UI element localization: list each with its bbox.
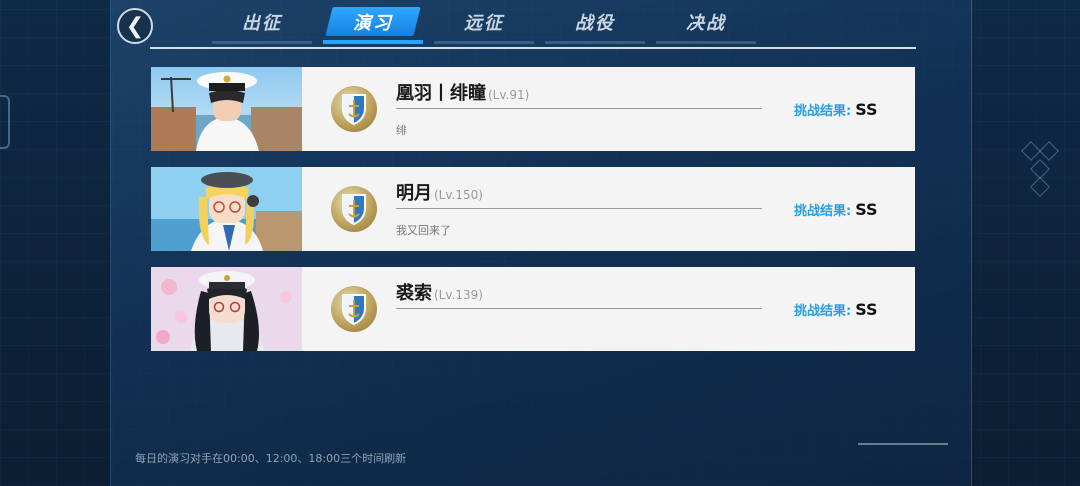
tab-expedition[interactable]: 远征 xyxy=(434,0,534,44)
result-grade: SS xyxy=(855,300,878,319)
anchor-shield-medal-icon xyxy=(331,186,377,232)
opponent-level: (Lv.139) xyxy=(434,288,483,302)
left-edge-decoration xyxy=(0,95,10,149)
opponent-row[interactable]: 裘索 (Lv.139) 挑战结果: SS xyxy=(151,267,915,351)
tab-decisive-battle[interactable]: 决战 xyxy=(656,0,756,44)
row-divider xyxy=(396,308,762,309)
anchor-shield-medal-icon xyxy=(331,86,377,132)
challenge-result: 挑战结果: SS xyxy=(794,100,878,119)
result-grade: SS xyxy=(855,200,878,219)
opponent-level: (Lv.91) xyxy=(488,88,530,102)
opponent-portrait xyxy=(151,67,302,151)
opponent-name: 明月 (Lv.150) xyxy=(396,183,483,204)
refresh-note: 每日的演习对手在00:00、12:00、18:00三个时间刷新 xyxy=(135,452,407,465)
bottom-decor-line xyxy=(858,443,948,445)
back-button[interactable]: ❮ xyxy=(117,8,153,44)
row-divider xyxy=(396,208,762,209)
chevron-left-icon: ❮ xyxy=(125,13,145,39)
opponent-row[interactable]: 凰羽丨绯瞳 (Lv.91) 绯 挑战结果: SS xyxy=(151,67,915,151)
opponent-portrait xyxy=(151,167,302,251)
tab-bar: 出征 演习 远征 战役 决战 xyxy=(212,0,767,46)
tab-campaign[interactable]: 战役 xyxy=(545,0,645,44)
opponent-signature: 我又回来了 xyxy=(396,224,451,237)
opponent-level: (Lv.150) xyxy=(434,188,483,202)
opponent-name: 凰羽丨绯瞳 (Lv.91) xyxy=(396,83,530,104)
tab-exercise[interactable]: 演习 xyxy=(323,0,423,44)
list-top-divider xyxy=(150,47,916,49)
opponent-portrait xyxy=(151,267,302,351)
row-divider xyxy=(396,108,762,109)
opponent-name: 裘索 (Lv.139) xyxy=(396,283,483,304)
challenge-result: 挑战结果: SS xyxy=(794,300,878,319)
tab-sortie[interactable]: 出征 xyxy=(212,0,312,44)
anchor-shield-medal-icon xyxy=(331,286,377,332)
right-diamond-decoration xyxy=(1020,140,1060,200)
opponent-signature: 绯 xyxy=(396,124,407,137)
opponent-row[interactable]: 明月 (Lv.150) 我又回来了 挑战结果: SS xyxy=(151,167,915,251)
challenge-result: 挑战结果: SS xyxy=(794,200,878,219)
result-grade: SS xyxy=(855,100,878,119)
